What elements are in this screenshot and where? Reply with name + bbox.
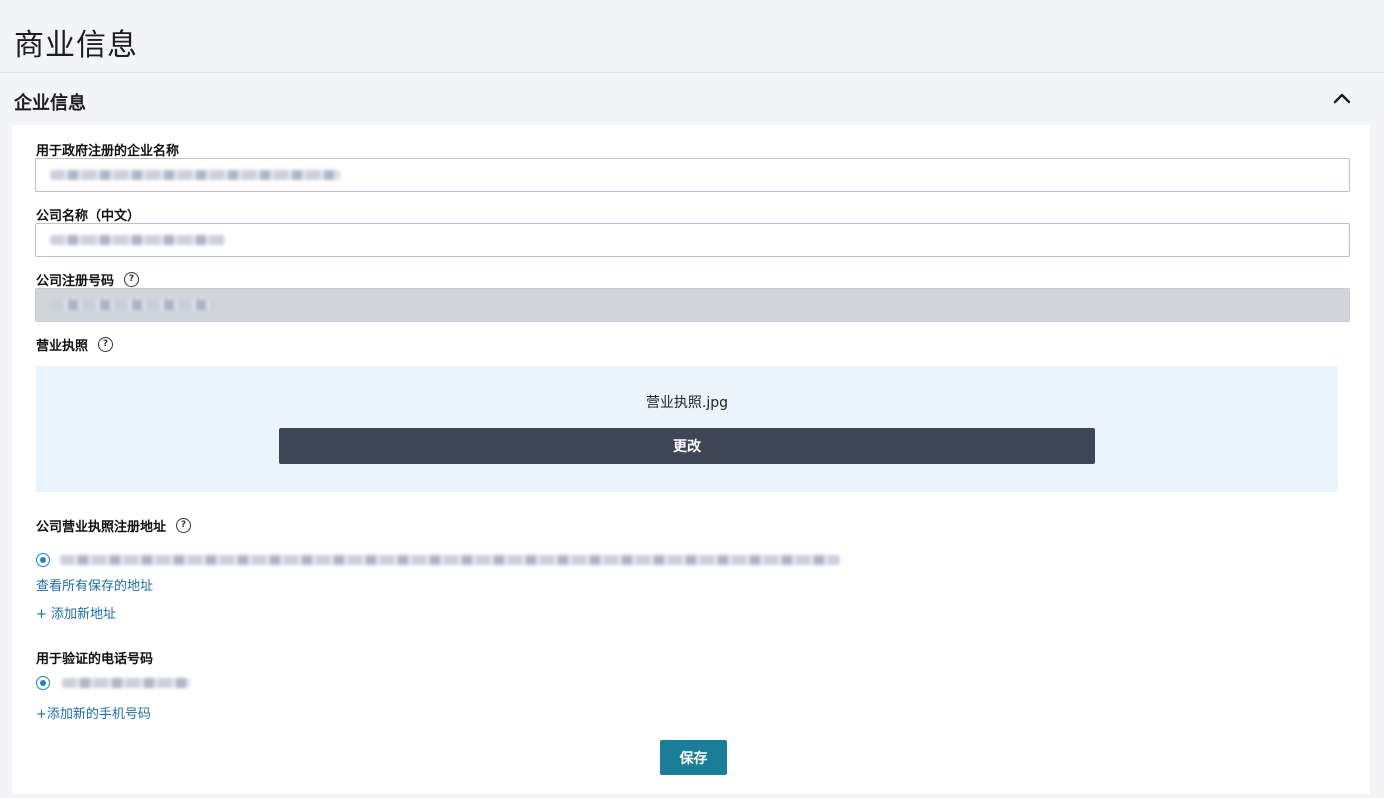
license-file-name: 营业执照.jpg bbox=[645, 395, 729, 411]
address-value bbox=[60, 555, 840, 565]
help-circle-icon[interactable]: ? bbox=[176, 518, 192, 533]
save-button[interactable]: 保存 bbox=[660, 740, 727, 775]
reg-number-input bbox=[35, 288, 1350, 322]
help-circle-icon[interactable]: ? bbox=[98, 337, 114, 352]
gov-name-label-text: 用于政府注册的企业名称 bbox=[36, 144, 180, 159]
phone-radio[interactable] bbox=[36, 676, 50, 690]
address-label: 公司营业执照注册地址 ? bbox=[36, 516, 192, 535]
chevron-up-icon[interactable] bbox=[1330, 87, 1354, 111]
cn-name-label-text: 公司名称（中文） bbox=[36, 209, 141, 224]
phone-label-text: 用于验证的电话号码 bbox=[36, 652, 154, 667]
license-label-text: 营业执照 bbox=[36, 339, 89, 354]
redacted-value bbox=[50, 300, 215, 310]
reg-number-label: 公司注册号码 ? bbox=[36, 270, 140, 289]
license-upload-area: 营业执照.jpg 更改 bbox=[36, 366, 1338, 492]
redacted-value bbox=[50, 170, 340, 180]
cn-name-label: 公司名称（中文） bbox=[36, 205, 140, 224]
phone-value bbox=[62, 678, 190, 688]
address-label-text: 公司营业执照注册地址 bbox=[36, 520, 167, 535]
gov-name-input[interactable] bbox=[35, 158, 1350, 192]
section-title: 企业信息 bbox=[14, 93, 86, 114]
add-phone-link[interactable]: +添加新的手机号码 bbox=[36, 703, 151, 722]
page-title: 商业信息 bbox=[14, 28, 138, 63]
redacted-value bbox=[50, 235, 225, 245]
reg-number-label-text: 公司注册号码 bbox=[36, 274, 115, 289]
gov-name-label: 用于政府注册的企业名称 bbox=[36, 140, 179, 159]
section-header-company-info[interactable]: 企业信息 bbox=[0, 73, 1384, 125]
help-circle-icon[interactable]: ? bbox=[124, 272, 140, 287]
add-address-link[interactable]: + 添加新地址 bbox=[36, 603, 116, 622]
license-label: 营业执照 ? bbox=[36, 335, 114, 354]
redacted-value bbox=[62, 678, 190, 688]
change-license-button[interactable]: 更改 bbox=[279, 428, 1095, 464]
phone-label: 用于验证的电话号码 bbox=[36, 648, 153, 667]
address-radio[interactable] bbox=[36, 553, 50, 567]
cn-name-input[interactable] bbox=[35, 223, 1350, 257]
redacted-value bbox=[60, 555, 840, 565]
view-saved-addresses-link[interactable]: 查看所有保存的地址 bbox=[36, 575, 153, 594]
